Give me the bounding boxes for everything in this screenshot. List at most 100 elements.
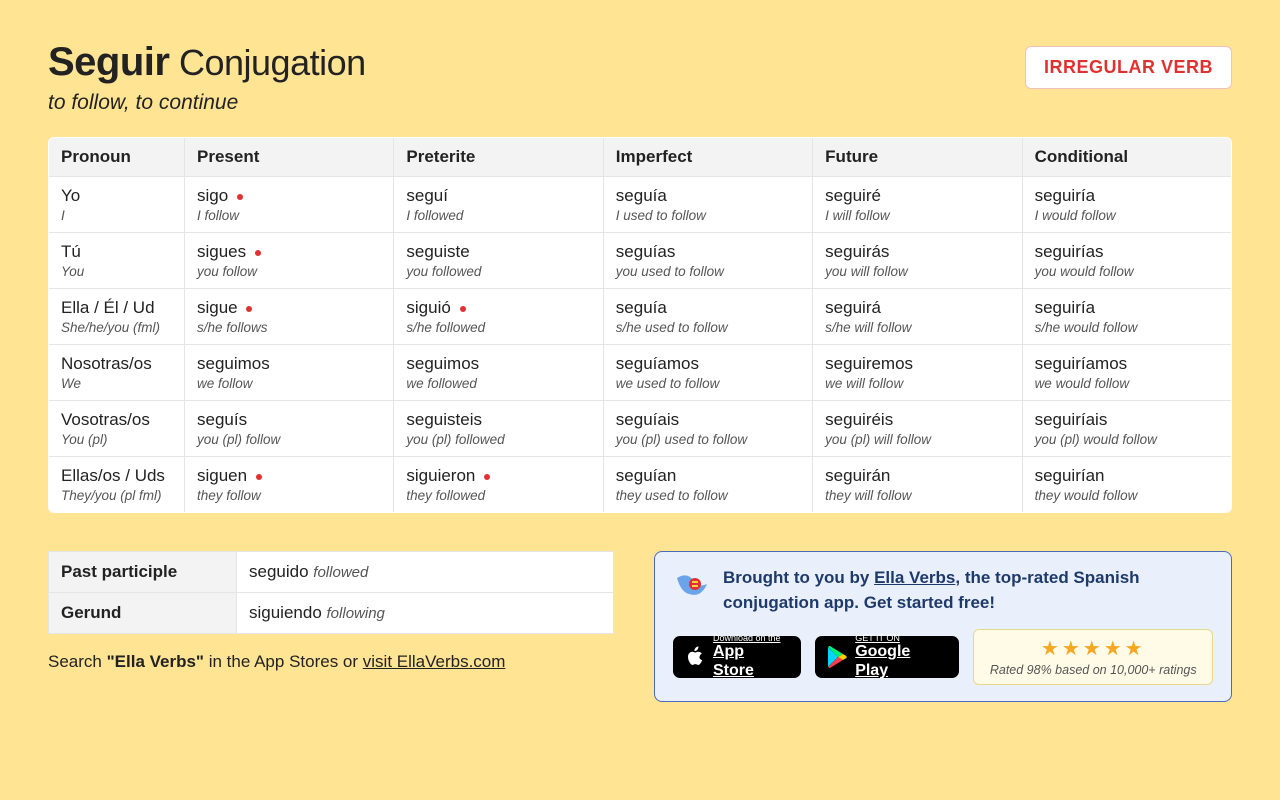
irregular-dot-icon: [237, 194, 243, 200]
conjugation-word: sigues: [197, 242, 381, 262]
irregular-dot-icon: [460, 306, 466, 312]
conjugation-gloss: s/he will follow: [825, 320, 1009, 335]
pronoun-gloss: She/he/you (fml): [61, 320, 172, 335]
conjugation-word: seguíais: [616, 410, 800, 430]
conjugation-cell: siguió s/he followed: [394, 289, 603, 345]
conjugation-cell: seguíaisyou (pl) used to follow: [603, 401, 812, 457]
conjugation-word: siguió: [406, 298, 590, 318]
gerund-gloss: following: [327, 605, 385, 622]
conjugation-gloss: I used to follow: [616, 208, 800, 223]
conjugation-cell: seguiríamoswe would follow: [1022, 345, 1231, 401]
conjugation-word: sigue: [197, 298, 381, 318]
conjugation-cell: seguiréI will follow: [813, 177, 1022, 233]
conjugation-gloss: they followed: [406, 488, 590, 503]
conjugation-cell: seguirásyou will follow: [813, 233, 1022, 289]
conjugation-cell: seguíanthey used to follow: [603, 457, 812, 513]
conjugation-gloss: I would follow: [1035, 208, 1219, 223]
conjugation-cell: seguíamoswe used to follow: [603, 345, 812, 401]
conjugation-word: seguirían: [1035, 466, 1219, 486]
conjugation-cell: sigo I follow: [185, 177, 394, 233]
pronoun-label: Tú: [61, 242, 172, 262]
conjugation-cell: seguíI followed: [394, 177, 603, 233]
googleplay-badge[interactable]: GET IT ONGoogle Play: [815, 636, 959, 678]
conjugation-cell: seguisteyou followed: [394, 233, 603, 289]
participle-table: Past participle seguido followed Gerund …: [48, 551, 614, 634]
past-participle-label: Past participle: [49, 552, 237, 593]
pronoun-cell: Vosotras/os You (pl): [49, 401, 185, 457]
pronoun-label: Nosotras/os: [61, 354, 172, 374]
appstore-badge[interactable]: Download on theApp Store: [673, 636, 801, 678]
pronoun-cell: YoI: [49, 177, 185, 233]
conjugation-word: seguirás: [825, 242, 1009, 262]
col-header: Preterite: [394, 138, 603, 177]
conjugation-gloss: we followed: [406, 376, 590, 391]
conjugation-word: seguisteis: [406, 410, 590, 430]
table-row: Ellas/os / Uds They/you (pl fml) siguen th…: [49, 457, 1232, 513]
irregular-dot-icon: [484, 474, 490, 480]
conjugation-word: siguieron: [406, 466, 590, 486]
conjugation-cell: seguías/he used to follow: [603, 289, 812, 345]
col-header: Imperfect: [603, 138, 812, 177]
conjugation-word: seguías: [616, 242, 800, 262]
conjugation-cell: seguirías/he would follow: [1022, 289, 1231, 345]
conjugation-gloss: you (pl) will follow: [825, 432, 1009, 447]
conjugation-cell: seguís you (pl) follow: [185, 401, 394, 457]
conjugation-cell: seguimoswe follow: [185, 345, 394, 401]
pronoun-cell: Ellas/os / Uds They/you (pl fml): [49, 457, 185, 513]
gerund-label: Gerund: [49, 593, 237, 634]
pronoun-cell: Ella / Él / Ud She/he/you (fml): [49, 289, 185, 345]
conjugation-word: seguiríais: [1035, 410, 1219, 430]
rating-text: Rated 98% based on 10,000+ ratings: [988, 663, 1198, 677]
conjugation-gloss: you (pl) follow: [197, 432, 381, 447]
gerund-cell: siguiendo following: [237, 593, 614, 634]
conjugation-cell: seguiríaisyou (pl) would follow: [1022, 401, 1231, 457]
conjugation-gloss: I follow: [197, 208, 381, 223]
pronoun-gloss: You (pl): [61, 432, 172, 447]
conjugation-word: seguís: [197, 410, 381, 430]
star-icon: ★★★★★: [988, 636, 1198, 661]
col-header: Present: [185, 138, 394, 177]
irregular-dot-icon: [246, 306, 252, 312]
conjugation-word: seguiría: [1035, 186, 1219, 206]
past-participle-cell: seguido followed: [237, 552, 614, 593]
conjugation-gloss: we follow: [197, 376, 381, 391]
conjugation-cell: seguíaI used to follow: [603, 177, 812, 233]
conjugation-word: sigo: [197, 186, 381, 206]
table-row: YoIsigo I followseguíI followedseguíaI u…: [49, 177, 1232, 233]
conjugation-gloss: you used to follow: [616, 264, 800, 279]
pronoun-label: Ellas/os / Uds: [61, 466, 172, 486]
ella-verbs-link[interactable]: Ella Verbs: [874, 568, 955, 587]
past-participle-word: seguido: [249, 562, 309, 581]
conjugation-cell: seguiría I would follow: [1022, 177, 1231, 233]
pronoun-gloss: I: [61, 208, 172, 223]
pronoun-label: Ella / Él / Ud: [61, 298, 172, 318]
conjugation-cell: seguisteisyou (pl) followed: [394, 401, 603, 457]
conjugation-word: seguirá: [825, 298, 1009, 318]
conjugation-cell: seguimoswe followed: [394, 345, 603, 401]
pronoun-cell: Nosotras/osWe: [49, 345, 185, 401]
apple-icon: [685, 645, 705, 669]
conjugation-word: seguiríamos: [1035, 354, 1219, 374]
title-suffix: Conjugation: [179, 42, 366, 83]
irregular-dot-icon: [256, 474, 262, 480]
verb-name: Seguir: [48, 40, 169, 84]
conjugation-gloss: s/he follows: [197, 320, 381, 335]
conjugation-cell: seguiremoswe will follow: [813, 345, 1022, 401]
conjugation-word: seguí: [406, 186, 590, 206]
conjugation-cell: siguen they follow: [185, 457, 394, 513]
visit-link[interactable]: visit EllaVerbs.com: [363, 652, 506, 671]
col-header: Conditional: [1022, 138, 1231, 177]
irregular-badge: IRREGULAR VERB: [1025, 46, 1232, 89]
conjugation-word: seguía: [616, 298, 800, 318]
conjugation-gloss: you would follow: [1035, 264, 1219, 279]
conjugation-gloss: we used to follow: [616, 376, 800, 391]
conjugation-cell: seguiréis you (pl) will follow: [813, 401, 1022, 457]
pronoun-label: Vosotras/os: [61, 410, 172, 430]
past-participle-gloss: followed: [313, 564, 368, 581]
table-row: TúYousigues you followseguisteyou follow…: [49, 233, 1232, 289]
pronoun-gloss: They/you (pl fml): [61, 488, 172, 503]
conjugation-word: seguiréis: [825, 410, 1009, 430]
conjugation-gloss: s/he would follow: [1035, 320, 1219, 335]
search-line: Search "Ella Verbs" in the App Stores or…: [48, 652, 614, 672]
conjugation-cell: sigue s/he follows: [185, 289, 394, 345]
